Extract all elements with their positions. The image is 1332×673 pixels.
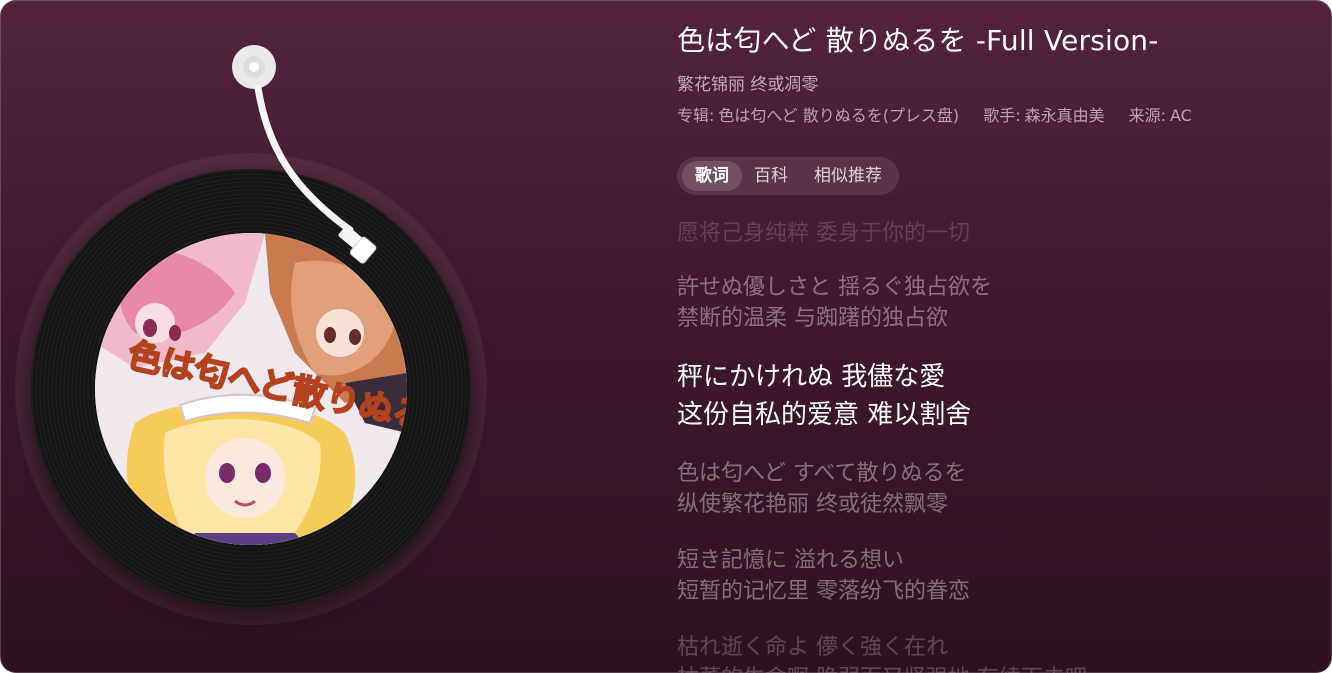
- album-meta[interactable]: 专辑: 色は匂へど 散りぬるを(プレス盘): [677, 102, 959, 126]
- album-value[interactable]: 色は匂へど 散りぬるを(プレス盘): [718, 106, 959, 125]
- album-label: 专辑:: [677, 106, 715, 125]
- lyric-original[interactable]: 枯れ逝く命よ 儚く強く在れ: [677, 632, 948, 663]
- tab-similar[interactable]: 相似推荐: [814, 161, 882, 191]
- artist-value[interactable]: 森永真由美: [1025, 106, 1105, 125]
- source-meta[interactable]: 来源: AC: [1129, 102, 1192, 126]
- lyric-translation-active[interactable]: 这份自私的爱意 难以割舍: [677, 396, 971, 434]
- artist-label: 歌手:: [983, 106, 1021, 125]
- artist-meta[interactable]: 歌手: 森永真由美: [983, 102, 1104, 126]
- lyric-line-partial[interactable]: 愿将己身纯粹 委身于你的一切: [677, 218, 970, 249]
- lyric-original[interactable]: 色は匂へど すべて散りぬるを: [677, 458, 966, 489]
- music-player-panel: 色は匂へど散りぬるを 色は匂へど 散りぬるを -Full Version- 繁花…: [0, 0, 1332, 673]
- detail-tabs: 歌词 百科 相似推荐: [677, 157, 899, 195]
- lyrics-panel[interactable]: 愿将己身纯粹 委身于你的一切 許せぬ優しさと 揺るぐ独占欲を 禁断的温柔 与踟躇…: [677, 212, 1317, 673]
- lyric-original[interactable]: 許せぬ優しさと 揺るぐ独占欲を: [677, 272, 992, 303]
- song-meta-row: 专辑: 色は匂へど 散りぬるを(プレス盘) 歌手: 森永真由美 来源: AC: [677, 102, 1192, 126]
- tab-lyrics[interactable]: 歌词: [682, 161, 742, 191]
- lyric-translation[interactable]: 短暂的记忆里 零落纷飞的眷恋: [677, 576, 970, 607]
- lyric-original-active[interactable]: 秤にかけれぬ 我儘な愛: [677, 358, 945, 396]
- lyric-translation[interactable]: 纵使繁花艳丽 终或徒然飘零: [677, 489, 948, 520]
- source-value[interactable]: AC: [1170, 106, 1192, 125]
- song-title: 色は匂へど 散りぬるを -Full Version-: [677, 24, 1159, 57]
- tab-encyclopedia[interactable]: 百科: [754, 161, 788, 191]
- song-subtitle: 繁花锦丽 终或凋零: [677, 75, 819, 95]
- tonearm: [232, 45, 377, 264]
- lyric-translation[interactable]: 枯萎的生命啊 脆弱而又坚强地 存续下去吧: [677, 663, 1087, 673]
- source-label: 来源:: [1128, 106, 1167, 125]
- lyric-translation[interactable]: 禁断的温柔 与踟躇的独占欲: [677, 303, 948, 334]
- lyric-original[interactable]: 短き記憶に 溢れる想い: [677, 545, 904, 576]
